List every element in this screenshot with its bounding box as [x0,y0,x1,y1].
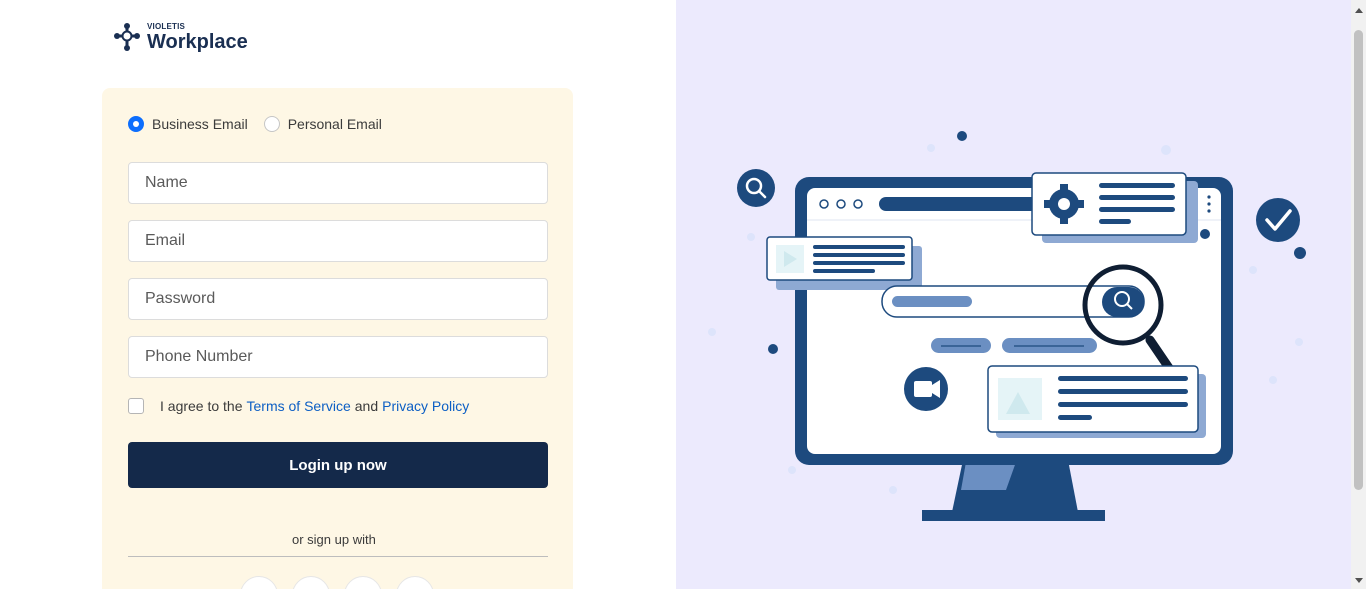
business-email-label: Business Email [152,116,248,132]
or-sign-up-with-text: or sign up with [286,532,382,547]
divider [128,556,548,557]
computer-search-illustration [708,131,1306,521]
check-bubble-icon [1256,198,1300,242]
brand-tagline: VIOLETIS [147,21,186,31]
twitter-icon[interactable]: t [292,576,330,589]
google-icon[interactable]: G [240,576,278,589]
name-input[interactable] [128,162,548,204]
logo[interactable]: VIOLETIS Workplace [113,22,248,52]
vertical-scrollbar[interactable] [1351,0,1366,589]
scroll-down-arrow-icon[interactable] [1355,578,1363,583]
email-input[interactable] [128,220,548,262]
github-icon[interactable]: ◉ [344,576,382,589]
agree-prefix-text: I agree to the [160,398,243,414]
illustration-panel [676,0,1351,589]
search-bubble-icon [737,169,775,207]
scrollbar-thumb[interactable] [1354,30,1363,490]
agree-checkbox[interactable] [128,398,144,414]
brand-name: Workplace [147,30,248,53]
linkedin-icon[interactable]: in [396,576,434,589]
business-email-option[interactable]: Business Email [128,116,248,132]
video-camera-icon [904,367,948,411]
signup-panel: VIOLETIS Workplace Business Email Person… [0,0,676,589]
signup-card: Business Email Personal Email I agree to… [102,88,573,589]
agree-and-text: and [354,398,379,414]
logo-mark-icon [114,23,140,51]
login-button[interactable]: Login up now [128,442,548,488]
phone-number-input[interactable] [128,336,548,378]
privacy-policy-link[interactable]: Privacy Policy [382,398,469,414]
personal-email-radio[interactable] [263,116,280,132]
email-type-radio-group: Business Email Personal Email [128,116,398,132]
personal-email-label: Personal Email [287,116,382,132]
terms-of-service-link[interactable]: Terms of Service [247,398,351,414]
signup-page: VIOLETIS Workplace Business Email Person… [0,0,1366,589]
password-input[interactable] [128,278,548,320]
business-email-radio[interactable] [128,116,144,132]
scroll-up-arrow-icon[interactable] [1355,8,1363,13]
personal-email-option[interactable]: Personal Email [263,116,382,132]
terms-agreement: I agree to the Terms of Service and Priv… [128,398,473,414]
